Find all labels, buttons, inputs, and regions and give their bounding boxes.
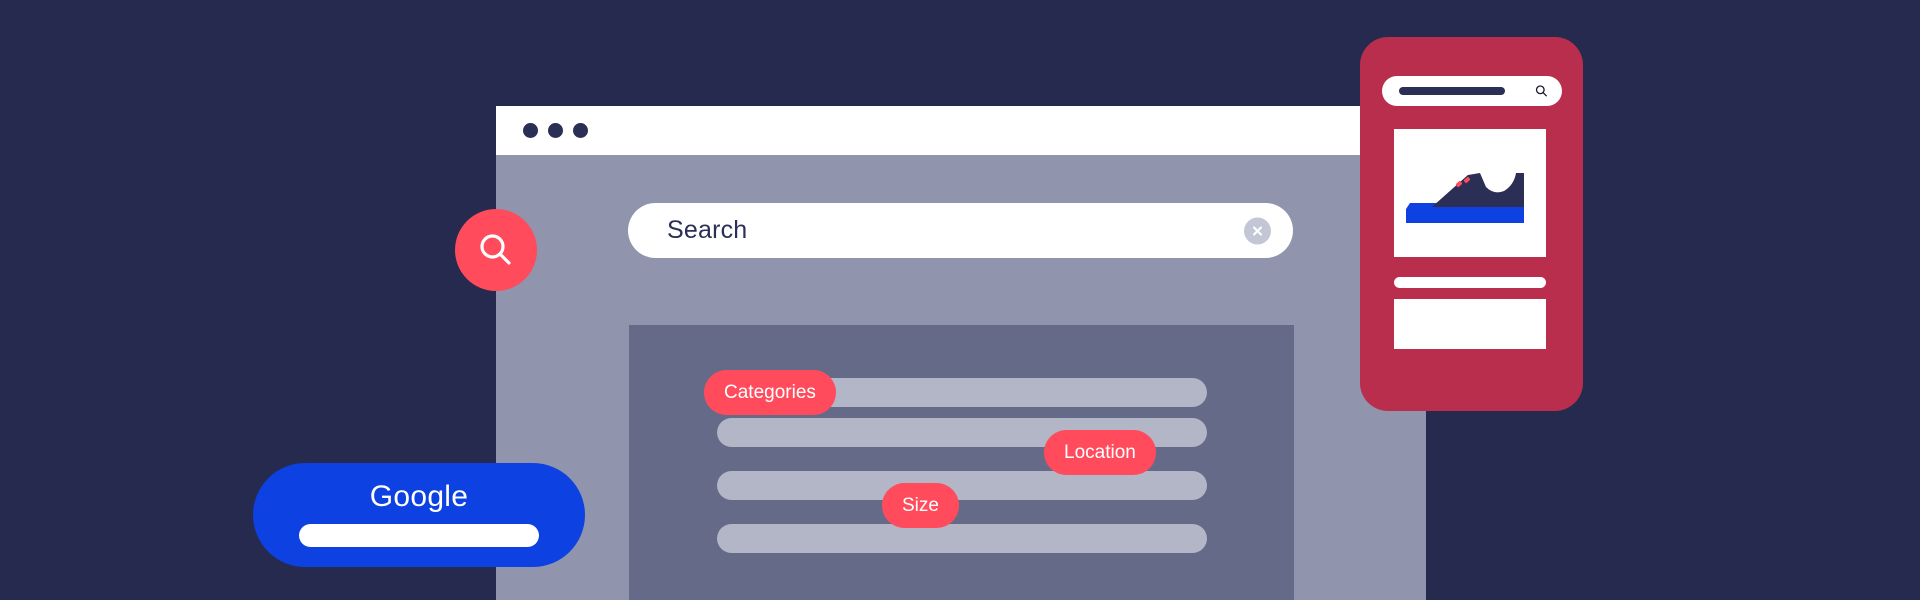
sneaker-shoe-illustration [1406, 173, 1524, 223]
filter-chip-label: Location [1064, 441, 1136, 463]
search-input-placeholder: Search [667, 216, 748, 244]
phone-hero-card[interactable] [1394, 129, 1546, 257]
phone-divider-bar [1394, 277, 1546, 288]
google-search-input[interactable] [299, 524, 539, 547]
phone-mockup [1360, 37, 1583, 411]
search-input[interactable]: Search [628, 203, 1293, 258]
filter-chip-categories[interactable]: Categories [704, 370, 836, 415]
illustration-stage: Search Categories Location Size Google [0, 0, 1920, 600]
window-dot-maximize-icon[interactable] [573, 123, 588, 138]
filter-row[interactable] [717, 524, 1207, 553]
browser-viewport: Search Categories Location Size [496, 155, 1426, 600]
phone-bottom-card[interactable] [1394, 299, 1546, 349]
google-search-widget[interactable]: Google [253, 463, 585, 567]
filter-row[interactable] [717, 471, 1207, 500]
search-badge-button[interactable] [455, 209, 537, 291]
search-magnifier-icon[interactable] [1535, 85, 1548, 98]
filter-chip-size[interactable]: Size [882, 483, 959, 528]
phone-search-input[interactable] [1382, 76, 1562, 106]
window-dot-close-icon[interactable] [523, 123, 538, 138]
browser-window: Search Categories Location Size [496, 106, 1426, 600]
filter-chip-label: Categories [724, 381, 816, 403]
filter-chip-location[interactable]: Location [1044, 430, 1156, 475]
window-dot-minimize-icon[interactable] [548, 123, 563, 138]
phone-search-placeholder-bar [1399, 87, 1505, 95]
window-controls [523, 123, 588, 138]
search-magnifier-icon [480, 234, 511, 265]
filter-panel: Categories Location Size [629, 325, 1294, 600]
browser-titlebar [496, 106, 1426, 155]
close-x-icon [1252, 225, 1263, 236]
filter-chip-label: Size [902, 494, 939, 516]
clear-search-button[interactable] [1244, 217, 1271, 244]
google-wordmark: Google [369, 480, 469, 513]
